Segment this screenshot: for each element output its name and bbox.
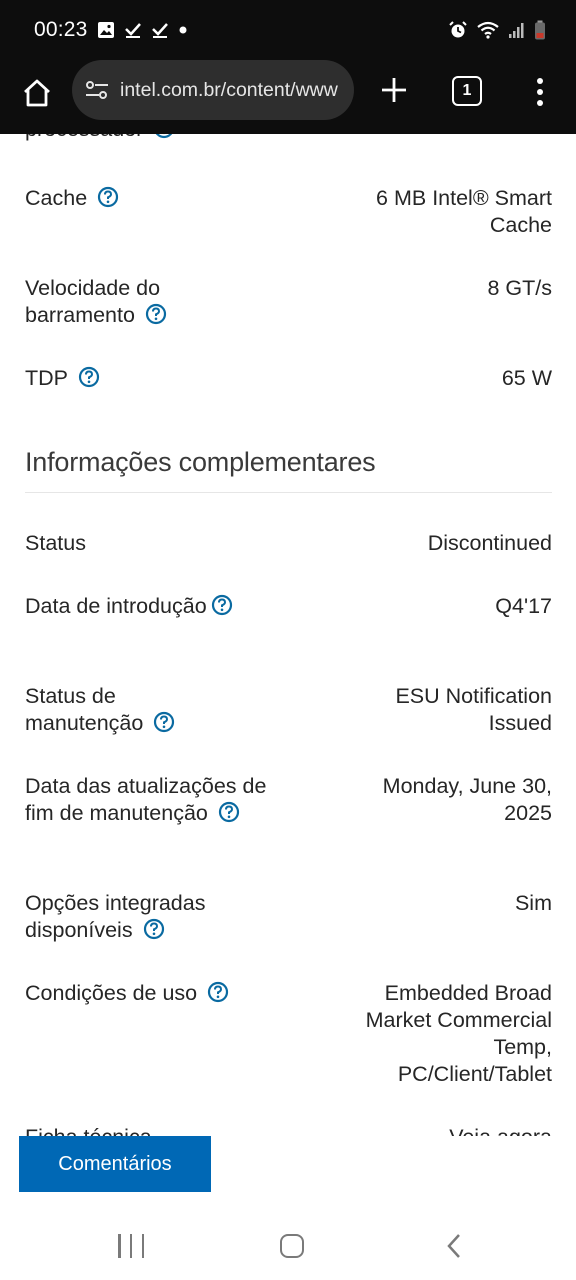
more-menu-button[interactable] xyxy=(528,74,552,110)
spec-value: Q4'17 xyxy=(495,594,552,618)
spec-row-cut: processador xyxy=(25,134,175,142)
help-icon[interactable] xyxy=(211,594,233,616)
tab-switcher-button[interactable]: 1 xyxy=(452,76,482,106)
site-settings-icon[interactable] xyxy=(84,77,110,103)
help-icon[interactable] xyxy=(97,186,119,208)
alarm-icon xyxy=(448,20,468,40)
spec-label-wrap: Data de introdução xyxy=(25,593,240,620)
help-icon[interactable] xyxy=(218,801,240,823)
spec-label-wrap: Status de manutenção xyxy=(25,683,215,737)
help-icon[interactable] xyxy=(143,918,165,940)
help-icon[interactable] xyxy=(145,303,167,325)
status-left: 00:23 xyxy=(34,18,188,42)
spec-label: Opções integradas disponíveis xyxy=(25,891,206,942)
spec-value: ESU Notification Issued xyxy=(395,684,552,735)
spec-value: 65 W xyxy=(501,366,552,390)
back-button[interactable] xyxy=(444,1232,464,1260)
back-icon xyxy=(447,1234,460,1258)
spec-value: Monday, June 30, 2025 xyxy=(382,774,552,825)
spec-label: TDP xyxy=(25,366,68,390)
status-right xyxy=(448,20,546,40)
spec-label-wrap: Condições de uso xyxy=(25,980,285,1007)
spec-label: processador xyxy=(25,134,143,141)
spec-value: 6 MB Intel® Smart Cache xyxy=(376,186,552,237)
navigation-bar xyxy=(0,1216,576,1280)
dot-icon xyxy=(178,25,188,35)
home-nav-button[interactable] xyxy=(280,1234,304,1258)
url-text[interactable]: intel.com.br/content/www xyxy=(120,79,338,102)
plus-icon xyxy=(382,78,406,102)
feedback-button[interactable]: Comentários xyxy=(19,1136,211,1192)
spec-value: Sim xyxy=(514,891,552,915)
wifi-icon xyxy=(476,20,500,40)
spec-label: Condições de uso xyxy=(25,981,198,1005)
battery-icon xyxy=(534,20,546,40)
check-icon xyxy=(151,21,169,39)
section-title: Informações complementares xyxy=(25,447,376,477)
spec-value: Discontinued xyxy=(427,531,552,555)
new-tab-button[interactable] xyxy=(376,72,412,108)
page-content: processador Cache 6 MB Intel® Smart Cach… xyxy=(0,134,576,1216)
menu-dot xyxy=(537,100,543,106)
spec-value: 8 GT/s xyxy=(487,276,552,300)
help-icon[interactable] xyxy=(153,134,175,139)
divider xyxy=(25,492,552,493)
menu-dot xyxy=(537,89,543,95)
status-bar: 00:23 xyxy=(0,0,576,60)
spec-label: Data de introdução xyxy=(25,594,207,618)
spec-label: Status de manutenção xyxy=(25,684,144,735)
spec-label-wrap: Velocidade do barramento xyxy=(25,275,215,329)
spec-label: Status xyxy=(25,531,86,555)
recents-bar xyxy=(141,1234,144,1258)
spec-label-wrap: TDP xyxy=(25,365,285,392)
clock: 00:23 xyxy=(34,18,88,41)
recents-bar xyxy=(118,1234,121,1258)
address-bar[interactable]: intel.com.br/content/www xyxy=(72,60,354,120)
help-icon[interactable] xyxy=(78,366,100,388)
home-icon xyxy=(24,79,50,107)
check-icon xyxy=(124,21,142,39)
menu-dot xyxy=(537,78,543,84)
help-icon[interactable] xyxy=(153,711,175,733)
help-icon[interactable] xyxy=(207,981,229,1003)
spec-label-wrap: Opções integradas disponíveis xyxy=(25,890,240,944)
spec-label: Velocidade do barramento xyxy=(25,276,161,327)
recents-bar xyxy=(129,1234,133,1258)
browser-toolbar: intel.com.br/content/www 1 xyxy=(0,60,576,134)
signal-icon xyxy=(508,21,526,39)
gallery-icon xyxy=(97,21,115,39)
spec-value: Embedded Broad Market Commercial Temp, P… xyxy=(365,981,552,1086)
home-button[interactable] xyxy=(18,74,56,112)
spec-label-wrap: Cache xyxy=(25,185,285,212)
recents-button[interactable] xyxy=(118,1234,144,1258)
spec-label: Cache xyxy=(25,186,88,210)
spec-label-wrap: Data das atualizações de fim de manutenç… xyxy=(25,773,275,827)
